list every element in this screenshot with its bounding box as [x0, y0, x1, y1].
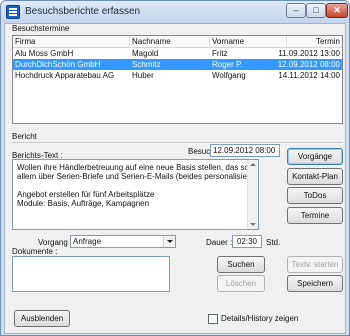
ausblenden-button[interactable]: Ausblenden — [14, 310, 70, 327]
speichern-button[interactable]: Speichern — [287, 275, 343, 292]
loeschen-button[interactable]: Löschen — [217, 275, 265, 292]
cell-nachname: Schmitz — [132, 60, 161, 69]
column-header-firma[interactable]: Firma — [13, 36, 130, 47]
documents-list[interactable] — [12, 256, 170, 292]
report-text-line: allem über Serien-Briefe und Serien-E-Ma… — [17, 172, 259, 181]
grid-header: Firma Nachname Vorname Termin — [13, 36, 342, 48]
table-row[interactable]: Alu Moss GmbH Magold Fritz 11.09.2012 13… — [13, 48, 342, 59]
report-text-area[interactable]: Wollen ihre Händlerbetreuung auf eine ne… — [12, 159, 259, 230]
details-history-checkbox[interactable] — [208, 314, 218, 324]
app-window: Besuchsberichte erfassen – □ ✕ Besuchste… — [0, 0, 350, 336]
process-label: Vorgang : — [38, 238, 73, 247]
window-title: Besuchsberichte erfassen — [25, 6, 141, 17]
chevron-down-icon[interactable] — [163, 236, 175, 247]
client-area: Besuchstermine Firma Nachname Vorname Te… — [4, 23, 346, 334]
duration-label: Dauer : — [206, 238, 233, 247]
report-text-line: Angebot erstellen für fünf Arbeitsplätze — [17, 190, 155, 199]
duration-field[interactable]: 02:30 — [232, 235, 262, 248]
scroll-up-arrow-icon[interactable] — [250, 163, 256, 166]
report-text-line: Module: Basis, Aufträge, Kampagnen — [17, 199, 150, 208]
process-select-value: Anfrage — [73, 237, 102, 246]
cell-firma: Alu Moss GmbH — [15, 49, 74, 58]
column-header-termin[interactable]: Termin — [287, 36, 342, 47]
details-history-label[interactable]: Details/History zeigen — [221, 314, 298, 323]
visit-time-field[interactable]: 12.09.2012 08:00 — [210, 144, 280, 157]
appointments-grid[interactable]: Firma Nachname Vorname Termin Alu Moss G… — [12, 35, 343, 124]
title-bar: Besuchsberichte erfassen – □ ✕ — [1, 1, 349, 23]
cell-nachname: Huber — [132, 71, 154, 80]
app-icon — [6, 5, 20, 19]
textv-starten-button[interactable]: Textv. starten — [287, 256, 343, 273]
appointments-group-label: Besuchstermine — [12, 24, 70, 33]
duration-unit-label: Std. — [266, 238, 281, 247]
cell-firma: Hochdruck Apparatebau AG — [15, 71, 115, 80]
cell-termin: 11.09.2012 13:00 — [278, 49, 340, 58]
column-header-vorname[interactable]: Vorname — [210, 36, 287, 47]
maximize-button[interactable]: □ — [306, 3, 326, 18]
minimize-button[interactable]: – — [286, 3, 306, 18]
cell-firma: DurchDichSchön GmbH — [15, 60, 101, 69]
close-button[interactable]: ✕ — [326, 3, 348, 18]
report-text-scrollbar[interactable] — [247, 160, 258, 229]
documents-label: Dokumente : — [12, 247, 58, 256]
todos-button[interactable]: ToDos — [287, 187, 343, 204]
cell-termin: 14.11.2012 14:00 — [278, 71, 340, 80]
kontakt-plan-button[interactable]: Kontakt-Plan — [287, 168, 343, 185]
report-text-line — [17, 181, 254, 190]
vorgaenge-button[interactable]: Vorgänge — [287, 148, 343, 165]
cell-termin: 12.09.2012 08:00 — [277, 60, 340, 69]
process-select[interactable]: Anfrage — [70, 235, 176, 248]
cell-nachname: Magold — [132, 49, 159, 58]
report-group-divider — [12, 142, 343, 143]
table-row-selected[interactable]: DurchDichSchön GmbH Schmitz Roger P. 12.… — [13, 59, 342, 70]
column-header-nachname[interactable]: Nachname — [130, 36, 210, 47]
suchen-button[interactable]: Suchen — [217, 256, 265, 273]
termine-button[interactable]: Termine — [287, 207, 343, 224]
table-row[interactable]: Hochdruck Apparatebau AG Huber Wolfgang … — [13, 70, 342, 81]
report-group-label: Bericht — [12, 132, 37, 141]
report-text-line: Wollen ihre Händlerbetreuung auf eine ne… — [17, 163, 259, 172]
scroll-down-arrow-icon[interactable] — [250, 223, 256, 226]
